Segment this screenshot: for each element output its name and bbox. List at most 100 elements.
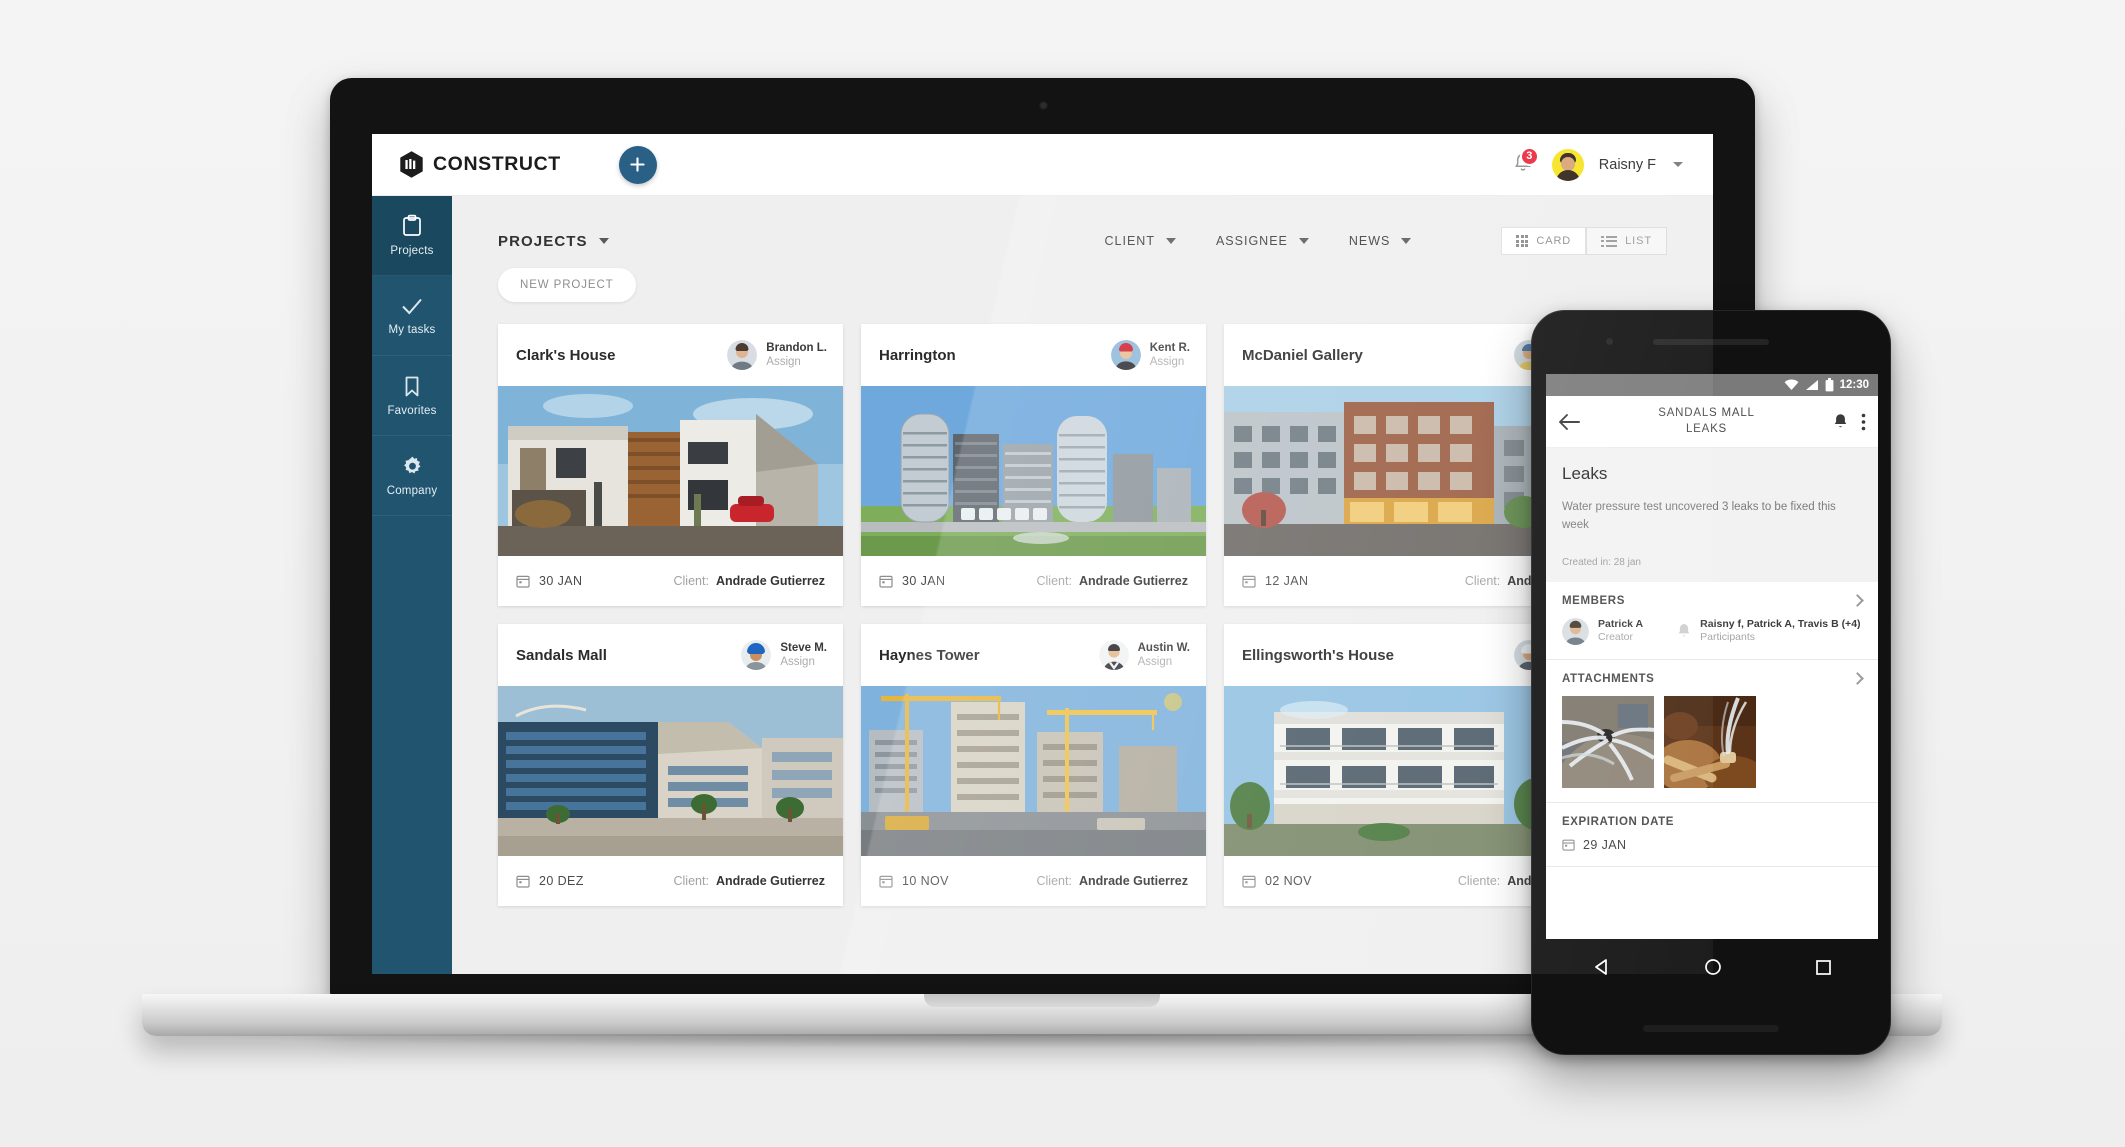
phone-title-line2: LEAKS: [1685, 422, 1728, 435]
chevron-down-icon: [598, 238, 609, 244]
webcam-icon: [1038, 101, 1048, 110]
more-vertical-icon[interactable]: [1861, 413, 1866, 431]
sidebar-item-projects[interactable]: Projects: [372, 196, 452, 276]
client-label: Client:: [1464, 574, 1501, 588]
bell-icon[interactable]: [1833, 413, 1848, 430]
client-value: Andrade Gutierrez: [715, 874, 825, 888]
task-title: Leaks: [1562, 464, 1608, 483]
attachment-thumb[interactable]: [1562, 695, 1654, 788]
new-project-button[interactable]: NEW PROJECT: [498, 268, 636, 302]
client-label: Client:: [1036, 574, 1072, 588]
chevron-right-icon[interactable]: [1851, 594, 1864, 607]
chevron-down-icon[interactable]: [1673, 162, 1683, 167]
project-card[interactable]: Clark's House Brandon L. Assign 30 JAN C…: [498, 324, 843, 606]
view-mode-list[interactable]: LIST: [1586, 227, 1667, 255]
card-header: Clark's House Brandon L. Assign: [498, 324, 843, 386]
project-card[interactable]: McDaniel Gallery 12 JAN Client: Andrad: [1224, 324, 1569, 606]
attachments-header: ATTACHMENTS: [1562, 672, 1864, 686]
card-image: [861, 386, 1206, 556]
client-value: Andrade Gutierrez: [1078, 874, 1188, 888]
assignee-name: Brandon L.: [766, 341, 827, 354]
sidebar-item-favorites[interactable]: Favorites: [372, 356, 452, 436]
circle-home-icon[interactable]: [1704, 958, 1722, 976]
appbar-actions: [1833, 413, 1866, 431]
phone-title-line1: SANDALS MALL: [1658, 406, 1755, 419]
phone-appbar: SANDALS MALL LEAKS: [1546, 396, 1878, 448]
filter-group: CLIENT ASSIGNEE NEWS CARD LIST: [1105, 227, 1667, 255]
member-name: Patrick A: [1598, 617, 1644, 630]
new-project-row: NEW PROJECT: [452, 258, 1713, 302]
participants-label: Participants: [1700, 631, 1755, 644]
card-footer: 10 NOV Client: Andrade Gutierrez: [861, 856, 1206, 906]
assignee-name: Steve M.: [780, 641, 827, 654]
laptop-bezel: [330, 78, 1755, 134]
avatar[interactable]: [1551, 148, 1584, 181]
client-label: Client:: [1036, 874, 1072, 888]
chevron-down-icon: [1165, 238, 1176, 244]
grid-icon: [1516, 235, 1529, 247]
attachment-thumb[interactable]: [1664, 695, 1756, 788]
card-image: [498, 386, 843, 556]
members-section[interactable]: MEMBERS Patrick A Creator Raisny f, Patr…: [1546, 581, 1878, 660]
sidebar-item-my-tasks[interactable]: My tasks: [372, 276, 452, 356]
card-date: 10 NOV: [902, 874, 949, 888]
card-header: Harrington Kent R. Assign: [861, 324, 1206, 386]
project-card[interactable]: Haynes Tower Austin W. Assign 10 NOV Cli…: [861, 624, 1206, 906]
attachments-section[interactable]: ATTACHMENTS: [1546, 659, 1878, 803]
laptop-screen: CONSTRUCT 3 Raisny F Projects My tasks F…: [372, 134, 1713, 974]
card-date: 30 JAN: [539, 574, 583, 588]
view-mode-card[interactable]: CARD: [1501, 227, 1587, 255]
filter-news[interactable]: NEWS: [1349, 234, 1412, 248]
project-photo: [861, 686, 1206, 856]
user-name-label: Raisny F: [1598, 156, 1656, 173]
sidebar-item-label: Favorites: [387, 404, 437, 417]
view-mode-toggle: CARD LIST: [1501, 227, 1667, 255]
task-detail-section: Leaks Water pressure test uncovered 3 le…: [1546, 448, 1878, 582]
square-recents-icon[interactable]: [1815, 959, 1832, 976]
project-card[interactable]: Ellingsworth's House 02 NOV Cliente: And…: [1224, 624, 1569, 906]
chevron-right-icon[interactable]: [1851, 672, 1864, 686]
card-title: Ellingsworth's House: [1242, 646, 1394, 664]
view-mode-label: LIST: [1625, 235, 1652, 247]
task-created-date: Created in: 28 jan: [1562, 556, 1641, 568]
filter-assignee[interactable]: ASSIGNEE: [1216, 234, 1309, 248]
screenshot-stage: CONSTRUCT 3 Raisny F Projects My tasks F…: [0, 0, 2125, 1147]
filter-client[interactable]: CLIENT: [1105, 234, 1176, 248]
card-title: Harrington: [879, 346, 956, 364]
participants-names: Raisny f, Patrick A, Travis B (+4): [1700, 617, 1861, 630]
project-card[interactable]: Sandals Mall Steve M. Assign 20 DEZ Clie…: [498, 624, 843, 906]
members-row: Patrick A Creator Raisny f, Patrick A, T…: [1562, 618, 1862, 645]
chevron-down-icon: [1298, 238, 1309, 244]
sidebar-item-company[interactable]: Company: [372, 436, 452, 516]
battery-icon: [1825, 378, 1833, 392]
page-title[interactable]: PROJECTS: [498, 233, 609, 250]
project-card[interactable]: Harrington Kent R. Assign 30 JAN Client:…: [861, 324, 1206, 606]
main-content: PROJECTS CLIENT ASSIGNEE NEWS CARD LIST …: [452, 196, 1713, 974]
card-footer: 02 NOV Cliente: Andrad: [1224, 856, 1569, 906]
card-assignee[interactable]: Kent R. Assign: [1110, 340, 1190, 370]
attachment-thumbnails: [1562, 695, 1862, 788]
sidebar-item-label: My tasks: [388, 324, 436, 336]
assignee-action: Assign: [1137, 656, 1173, 668]
client-label: Client:: [673, 874, 709, 888]
sidebar-item-label: Company: [386, 484, 438, 497]
card-date: 20 DEZ: [539, 874, 584, 888]
arrow-left-icon[interactable]: [1558, 413, 1580, 431]
card-header: Sandals Mall Steve M. Assign: [498, 624, 843, 686]
avatar: [741, 640, 772, 670]
card-image: [1224, 686, 1569, 856]
member-creator[interactable]: Patrick A Creator: [1562, 618, 1643, 645]
participants-group[interactable]: Raisny f, Patrick A, Travis B (+4) Parti…: [1677, 617, 1861, 645]
card-assignee[interactable]: Brandon L. Assign: [727, 340, 827, 370]
notifications-button[interactable]: 3: [1513, 146, 1539, 178]
project-photo: [1224, 686, 1569, 856]
card-assignee[interactable]: Steve M. Assign: [741, 640, 827, 670]
add-project-button[interactable]: [618, 145, 657, 184]
brand-logo[interactable]: CONSTRUCT: [399, 151, 561, 178]
triangle-back-icon[interactable]: [1593, 958, 1611, 976]
card-assignee[interactable]: Austin W. Assign: [1098, 640, 1190, 670]
list-icon: [1601, 236, 1617, 247]
phone-camera-icon: [1606, 338, 1613, 345]
filter-label: ASSIGNEE: [1215, 234, 1288, 248]
card-footer: 12 JAN Client: Andrad: [1224, 556, 1569, 606]
